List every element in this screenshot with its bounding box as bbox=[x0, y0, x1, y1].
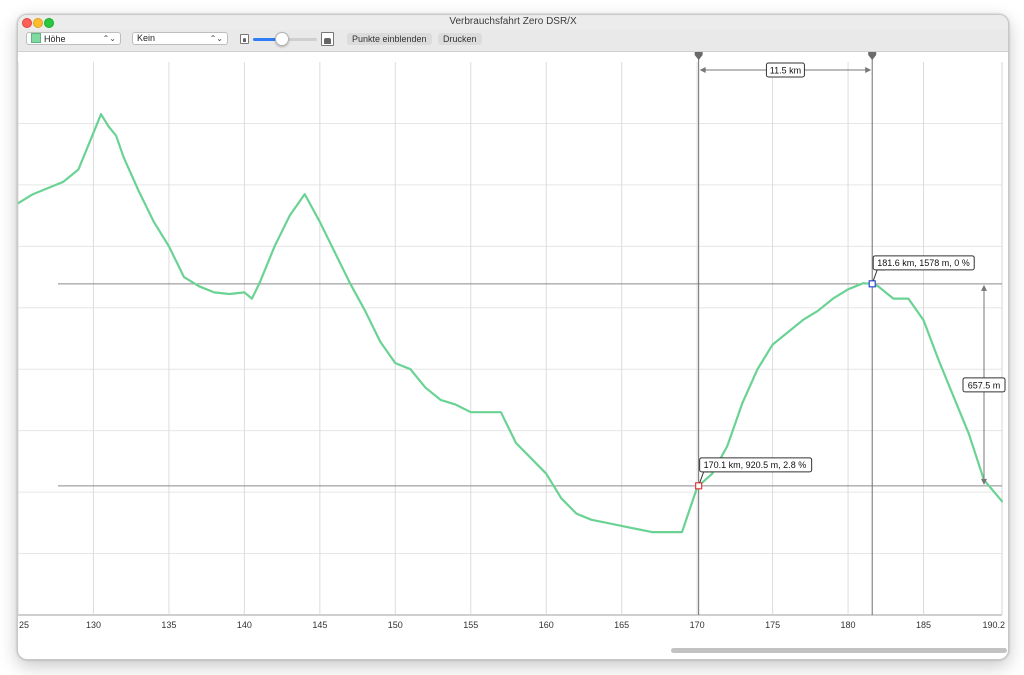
elevation-chart[interactable]: 25 130 135 140 145 150 155 160 165 170 175 180 185 19… bbox=[18, 52, 1008, 650]
window-title: Verbrauchsfahrt Zero DSR/X bbox=[449, 16, 577, 27]
x-tick-label: 190.2 bbox=[982, 620, 1005, 630]
marker-point bbox=[695, 482, 703, 490]
measurement-annotations: 11.5 km 657.5 m 170.1 km, 920.5 m, 2.8 % 18… bbox=[694, 52, 1006, 490]
x-tick-label: 135 bbox=[161, 620, 176, 630]
x-tick-label: 175 bbox=[765, 620, 780, 630]
x-tick-label: 160 bbox=[539, 620, 554, 630]
x-tick-label: 150 bbox=[388, 620, 403, 630]
marker-label: 170.1 km, 920.5 m, 2.8 % bbox=[704, 460, 807, 470]
x-tick-label: 25 bbox=[19, 620, 29, 630]
arrow-up-icon bbox=[981, 284, 987, 291]
series-select-value: Höhe bbox=[44, 34, 66, 44]
zoom-in-icon[interactable] bbox=[321, 32, 334, 46]
marker-point bbox=[868, 280, 876, 288]
x-tick-label: 180 bbox=[841, 620, 856, 630]
show-points-button[interactable]: Punkte einblenden bbox=[347, 33, 432, 45]
callout-pointer bbox=[872, 269, 886, 281]
app-window: Verbrauchsfahrt Zero DSR/X Höhe ⌃⌄ Kein … bbox=[17, 14, 1009, 660]
secondary-series-select[interactable]: Kein ⌃⌄ bbox=[132, 32, 228, 45]
x-axis-ticks: 25 130 135 140 145 150 155 160 165 170 175 180 185 19… bbox=[19, 620, 1005, 630]
x-tick-label: 130 bbox=[86, 620, 101, 630]
zoom-slider-knob[interactable] bbox=[274, 32, 289, 46]
chart-grid bbox=[18, 62, 1003, 616]
x-tick-label: 140 bbox=[237, 620, 252, 630]
x-tick-label: 145 bbox=[312, 620, 327, 630]
secondary-select-value: Kein bbox=[137, 33, 156, 43]
x-tick-label: 155 bbox=[463, 620, 478, 630]
zoom-out-icon[interactable] bbox=[240, 34, 249, 44]
x-tick-label: 165 bbox=[614, 620, 629, 630]
select-chevron-icon: ⌃⌄ bbox=[209, 34, 223, 43]
series-color-swatch bbox=[31, 33, 41, 43]
print-button[interactable]: Drucken bbox=[438, 33, 482, 45]
series-select[interactable]: Höhe ⌃⌄ bbox=[26, 32, 121, 45]
arrow-left-icon bbox=[699, 67, 706, 73]
elevation-line bbox=[18, 113, 1004, 534]
callout-pointer bbox=[699, 471, 712, 483]
x-tick-label: 185 bbox=[916, 620, 931, 630]
arrow-right-icon bbox=[865, 67, 872, 73]
cursor-handle-icon bbox=[868, 52, 877, 60]
toolbar: Höhe ⌃⌄ Kein ⌃⌄ Punkte einblenden Drucke… bbox=[18, 30, 1008, 52]
cursor-handle-icon bbox=[694, 52, 703, 60]
x-tick-label: 170 bbox=[690, 620, 705, 630]
distance-label: 11.5 km bbox=[770, 66, 801, 76]
horizontal-scrollbar[interactable] bbox=[671, 648, 1007, 653]
height-diff-label: 657.5 m bbox=[968, 380, 1001, 390]
marker-label: 181.6 km, 1578 m, 0 % bbox=[877, 258, 970, 268]
select-chevron-icon: ⌃⌄ bbox=[102, 34, 116, 43]
reference-lines bbox=[58, 56, 1002, 615]
title-bar: Verbrauchsfahrt Zero DSR/X bbox=[18, 15, 1008, 30]
